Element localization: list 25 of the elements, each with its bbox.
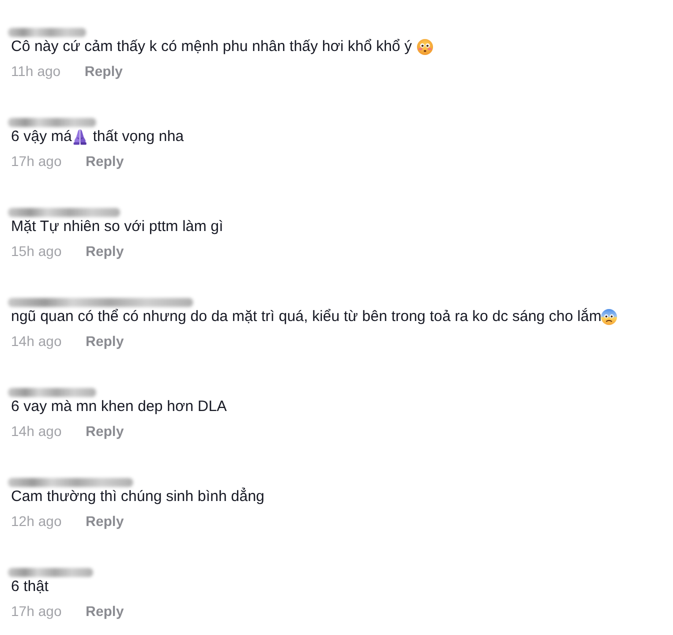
reply-button[interactable]: Reply — [84, 61, 123, 81]
comment-timestamp: 15h ago — [11, 242, 62, 261]
comment-timestamp: 17h ago — [11, 152, 62, 171]
comment-text: 6 vậy má — [11, 127, 72, 147]
comment-text: Cam thường thì chúng sinh bình dẳng — [11, 487, 264, 507]
reply-button[interactable]: Reply — [86, 241, 124, 261]
reply-button[interactable]: Reply — [86, 511, 124, 531]
comment-text: thất vọng nha — [92, 127, 184, 147]
worried-face-icon — [416, 39, 433, 55]
comment-text: Mặt Tự nhiên so với pttm làm gì — [11, 217, 224, 237]
comment-text: 6 vay mà mn khen dep hơn DLA — [11, 397, 227, 417]
comment-timestamp: 11h ago — [11, 62, 61, 81]
comment-text: ngũ quan có thể có nhưng do da mặt trì quá, kiểu từ bên trong toả ra ko dc sáng cho lắm — [11, 307, 602, 327]
reply-button[interactable]: Reply — [86, 601, 124, 621]
reply-button[interactable]: Reply — [86, 151, 124, 171]
comment-timestamp: 17h ago — [11, 602, 62, 621]
folded-hands-icon — [72, 129, 88, 145]
comment-timestamp: 14h ago — [11, 422, 62, 441]
comment-text: 6 thật — [11, 577, 49, 597]
anxious-face-icon — [601, 309, 618, 325]
comment-text: Cô này cứ cảm thấy k có mệnh phu nhân thấy hơi khổ khổ ý — [11, 37, 412, 57]
reply-button[interactable]: Reply — [86, 421, 124, 441]
comment-timestamp: 12h ago — [11, 512, 62, 531]
comment-timestamp: 14h ago — [11, 332, 62, 351]
reply-button[interactable]: Reply — [86, 331, 124, 351]
